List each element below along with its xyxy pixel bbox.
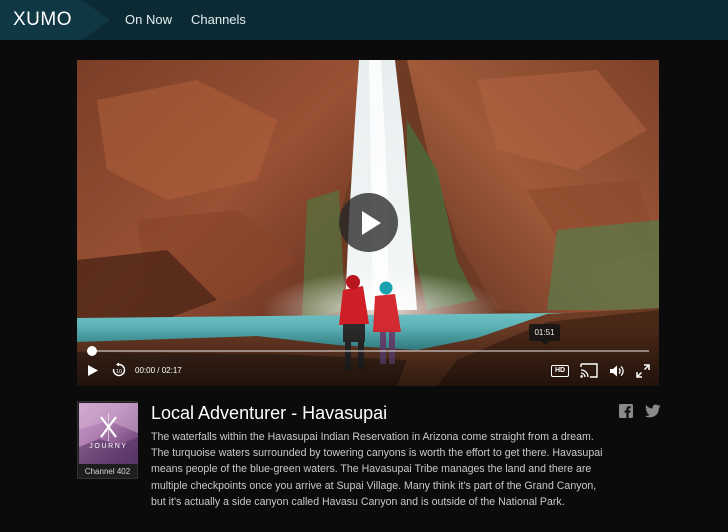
- nav-channels[interactable]: Channels: [191, 12, 246, 28]
- play-icon: [362, 211, 381, 235]
- controls-gradient: [77, 326, 659, 386]
- seek-handle[interactable]: [87, 346, 97, 356]
- svg-text:10: 10: [116, 369, 122, 375]
- video-description: The waterfalls within the Havasupai Indi…: [151, 431, 603, 508]
- channel-logo: JOURNY: [79, 403, 138, 464]
- cast-icon[interactable]: [580, 363, 598, 378]
- playback-time: 00:00 / 02:17: [135, 366, 182, 376]
- seek-bar[interactable]: [87, 346, 649, 356]
- nav-on-now[interactable]: On Now: [125, 12, 172, 28]
- hd-toggle[interactable]: HD: [551, 365, 569, 377]
- play-icon[interactable]: [87, 364, 99, 377]
- twitter-icon[interactable]: [645, 404, 661, 418]
- channel-brand: JOURNY: [89, 443, 128, 450]
- total-duration: 02:17: [161, 366, 182, 375]
- current-time: 00:00: [135, 366, 156, 375]
- logo-chevron: [82, 0, 110, 40]
- fullscreen-icon[interactable]: [636, 364, 650, 378]
- channel-card[interactable]: JOURNY Channel 402: [77, 401, 138, 479]
- volume-icon[interactable]: [609, 364, 625, 378]
- xumo-logo[interactable]: XUMO: [13, 10, 72, 30]
- video-title: Local Adventurer - Havasupai: [151, 403, 388, 423]
- seek-hover-tooltip: 01:51: [529, 324, 560, 345]
- play-button[interactable]: [339, 193, 398, 252]
- top-header: XUMO On Now Channels: [0, 0, 728, 40]
- video-player[interactable]: 01:51 10 00:00 / 02:17 HD: [77, 60, 659, 386]
- time-separator: /: [155, 366, 162, 375]
- channel-number: Channel 402: [84, 467, 131, 476]
- replay-10-icon[interactable]: 10: [111, 362, 127, 378]
- journy-logo-icon: [79, 403, 138, 464]
- facebook-icon[interactable]: [619, 404, 633, 418]
